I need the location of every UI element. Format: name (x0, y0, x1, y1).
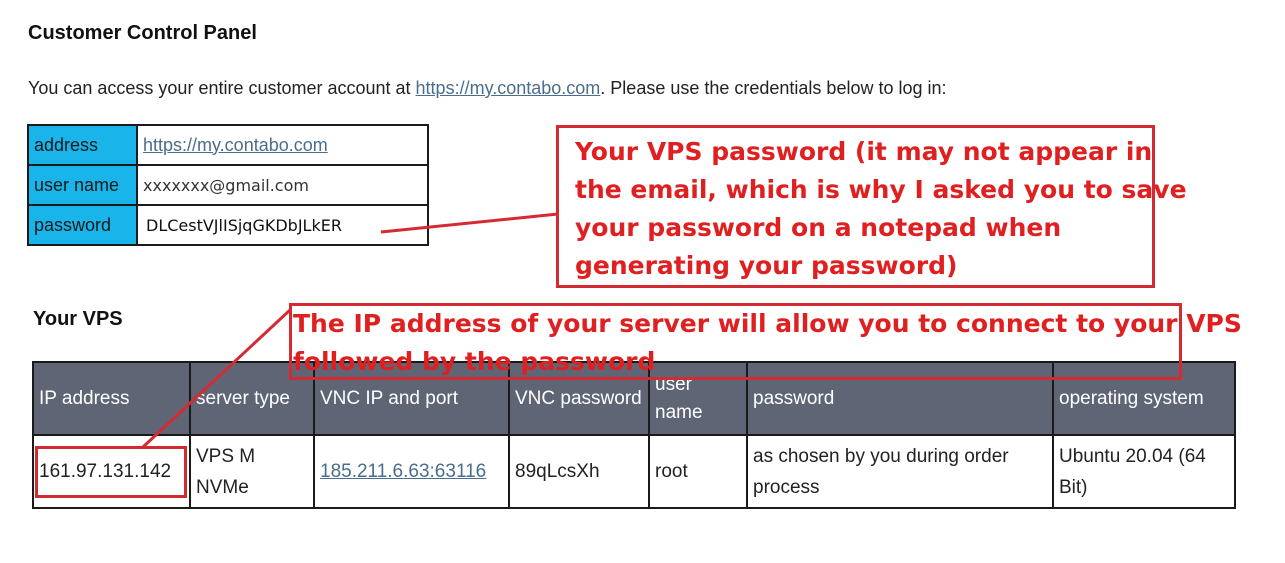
ip-arrow-line (141, 308, 292, 449)
annotation-line: The IP address of your server will allow… (293, 309, 1242, 338)
password-arrow-line (380, 212, 559, 234)
password-annotation-text: Your VPS password (it may not appear in … (575, 133, 1187, 285)
ip-highlight-box (35, 446, 187, 498)
annotation-line: your password on a notepad when (575, 213, 1062, 242)
annotation-line: Your VPS password (it may not appear in (575, 137, 1153, 166)
ip-annotation-text: The IP address of your server will allow… (293, 305, 1242, 381)
annotation-line: followed by the password (293, 347, 656, 376)
annotation-line: the email, which is why I asked you to s… (575, 175, 1187, 204)
annotation-line: generating your password) (575, 251, 958, 280)
